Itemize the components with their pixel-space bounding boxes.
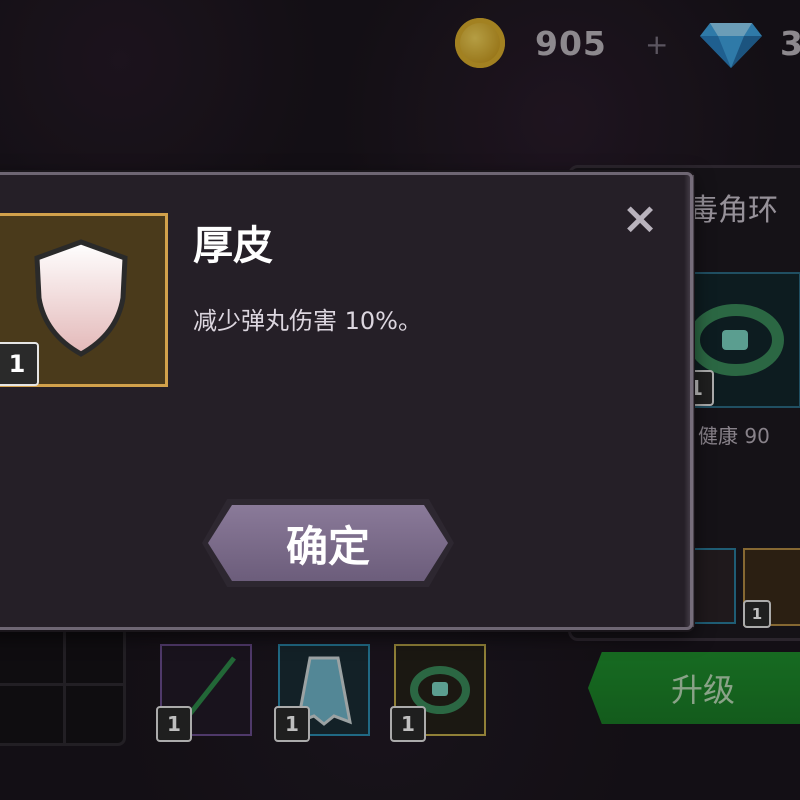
skill-description: 减少弹丸伤害 10%。 <box>193 307 422 335</box>
close-icon[interactable]: × <box>620 197 660 241</box>
confirm-button[interactable]: 确定 <box>208 505 448 581</box>
skill-dialog: 1 厚皮 减少弹丸伤害 10%。 × 确定 <box>0 172 694 630</box>
skill-icon-frame: 1 <box>0 213 168 387</box>
shield-icon <box>34 239 128 357</box>
skill-name: 厚皮 <box>193 223 273 269</box>
skill-level-badge: 1 <box>0 342 39 386</box>
